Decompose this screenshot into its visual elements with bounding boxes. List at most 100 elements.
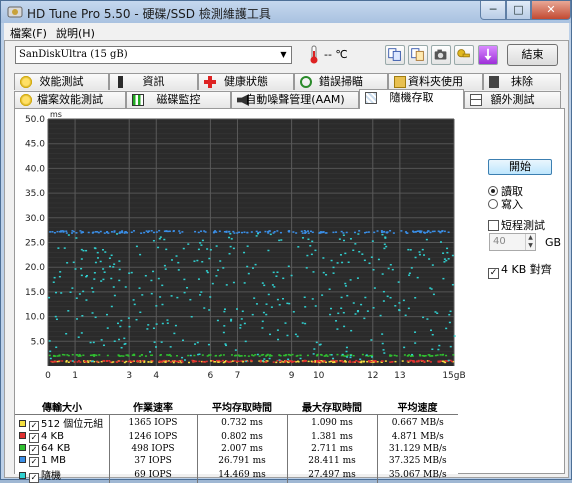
data-point: [94, 316, 97, 319]
data-point: [128, 325, 131, 328]
data-point: [150, 292, 153, 295]
data-point: [305, 267, 308, 269]
tab-extra-tests[interactable]: 額外測試: [464, 91, 561, 108]
data-point: [80, 258, 83, 260]
data-point: [54, 355, 57, 357]
tab-error-scan[interactable]: 錯誤掃瞄: [294, 73, 388, 90]
data-point: [161, 284, 164, 287]
write-radio[interactable]: 寫入: [488, 196, 523, 212]
tab-benchmark[interactable]: 效能測試: [14, 73, 109, 90]
menu-help[interactable]: 說明(H): [56, 25, 95, 41]
data-point: [267, 293, 270, 296]
data-point: [61, 360, 64, 362]
row-label[interactable]: ✓ 512 個位元組: [15, 415, 109, 431]
data-point: [228, 252, 231, 255]
data-point: [439, 360, 442, 362]
tab-info[interactable]: 資訊: [109, 73, 198, 90]
data-point: [360, 303, 363, 306]
data-point: [108, 360, 111, 362]
data-point: [243, 231, 246, 233]
row-label[interactable]: ✓ 4 KB: [15, 431, 109, 443]
data-point: [345, 231, 348, 234]
data-point: [194, 230, 197, 233]
data-point: [235, 360, 238, 363]
tab-folder-usage[interactable]: 資料夾使用: [388, 73, 483, 90]
row-label[interactable]: ✓ 1 MB: [15, 455, 109, 467]
align-4kb-checkbox[interactable]: ✓ 4 KB 對齊: [488, 261, 552, 279]
series-color-swatch: [19, 420, 26, 427]
data-point: [102, 344, 105, 347]
data-point: [155, 323, 158, 325]
tab-disk-monitor[interactable]: 磁碟監控: [126, 91, 231, 108]
data-point: [320, 353, 323, 356]
data-point: [243, 251, 246, 254]
camera-icon[interactable]: [431, 45, 451, 65]
row-label[interactable]: ✓ 隨機: [15, 467, 109, 483]
data-point: [279, 231, 282, 234]
data-point: [106, 354, 109, 357]
data-point: [397, 281, 400, 283]
data-point: [280, 239, 283, 241]
data-point: [243, 282, 246, 284]
data-point: [393, 354, 396, 357]
y-tick-label: 20.0: [25, 263, 45, 273]
tab-file-benchmark[interactable]: 檔案效能測試: [14, 91, 126, 108]
tab-erase[interactable]: 抹除: [483, 73, 561, 90]
minimize-button[interactable]: ─: [480, 1, 506, 20]
tab-random-access[interactable]: 隨機存取: [359, 89, 464, 109]
row-label[interactable]: ✓ 64 KB: [15, 443, 109, 455]
close-button[interactable]: ✕: [531, 1, 571, 20]
data-point: [370, 339, 373, 341]
data-point: [196, 341, 199, 344]
data-point: [443, 258, 446, 260]
data-point: [389, 296, 392, 299]
data-point: [140, 353, 143, 356]
data-point: [296, 335, 299, 338]
start-button[interactable]: 開始: [488, 159, 552, 175]
data-point: [196, 259, 199, 262]
data-point: [344, 252, 347, 255]
table-row: ✓ 1 MB 37 IOPS 26.791 ms 28.411 ms 37.325…: [15, 455, 458, 467]
menu-file[interactable]: 檔案(F): [10, 25, 47, 41]
data-point: [141, 294, 144, 296]
data-point: [63, 354, 66, 356]
data-point: [257, 232, 260, 235]
data-point: [173, 332, 176, 335]
data-point: [77, 360, 80, 362]
x-tick-label: 12: [367, 371, 378, 381]
data-point: [59, 271, 62, 273]
data-point: [391, 268, 394, 271]
data-point: [223, 325, 226, 327]
data-point: [147, 324, 150, 326]
data-point: [229, 232, 232, 235]
data-point: [206, 248, 209, 250]
data-point: [414, 297, 417, 299]
data-point: [414, 342, 417, 344]
data-point: [219, 260, 222, 262]
data-point: [85, 274, 88, 277]
data-point: [283, 361, 286, 363]
tab-aam[interactable]: 自動噪聲管理(AAM): [231, 91, 359, 108]
copy-icon[interactable]: [385, 45, 405, 65]
short-test-checkbox[interactable]: 短程測試: [488, 217, 545, 233]
save-icon[interactable]: [478, 45, 498, 65]
gb-stepper[interactable]: 40 ▲ ▼: [489, 233, 536, 251]
data-point: [442, 353, 445, 356]
tab-health[interactable]: 健康狀態: [198, 73, 294, 90]
data-point: [135, 318, 138, 321]
data-point: [120, 355, 123, 357]
settings-key-icon[interactable]: [454, 45, 474, 65]
drive-select[interactable]: SanDiskUltra (15 gB) ▼: [15, 46, 292, 64]
data-point: [301, 322, 304, 324]
data-point: [311, 298, 314, 300]
data-point: [226, 360, 229, 363]
data-point: [166, 319, 169, 321]
maximize-button[interactable]: □: [506, 1, 531, 20]
exit-button[interactable]: 結束: [507, 44, 558, 66]
data-point: [316, 360, 319, 362]
data-point: [346, 294, 349, 297]
data-point: [339, 254, 342, 256]
copy-info-icon[interactable]: [408, 45, 428, 65]
data-point: [330, 307, 333, 310]
data-point: [297, 246, 300, 248]
